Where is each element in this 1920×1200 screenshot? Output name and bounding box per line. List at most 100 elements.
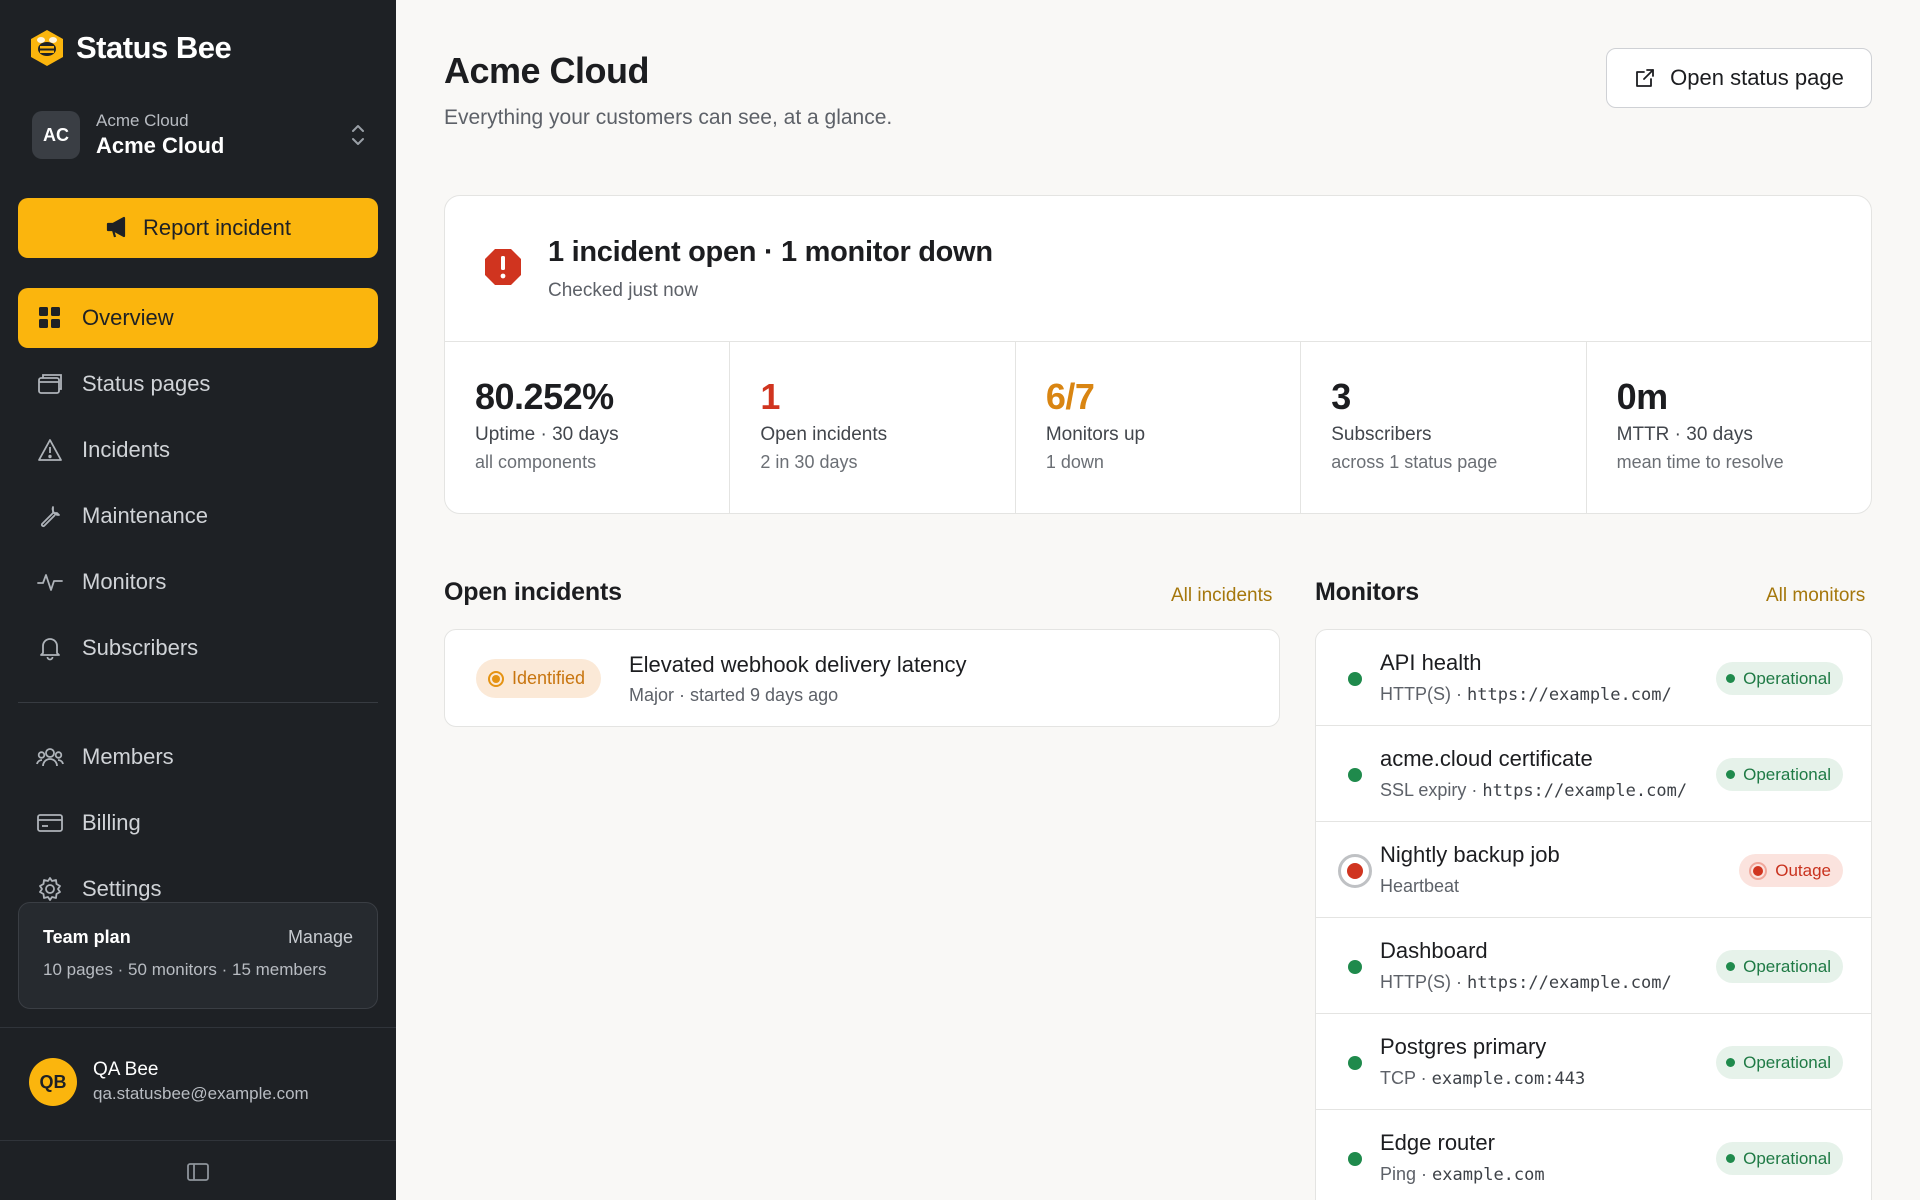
org-name: Acme Cloud	[96, 133, 225, 158]
monitor-type: HTTP(S) ·	[1380, 972, 1467, 992]
status-dot-icon	[1348, 768, 1362, 782]
avatar: QB	[29, 1058, 77, 1106]
nav-label: Members	[82, 744, 174, 769]
status-dot-icon	[1726, 1058, 1736, 1067]
nav-members[interactable]: Members	[18, 727, 378, 787]
nav-label: Incidents	[82, 437, 171, 462]
all-monitors-link[interactable]: All monitors	[1766, 585, 1865, 607]
org-avatar: AC	[32, 111, 80, 159]
nav-label: Status pages	[82, 371, 211, 396]
monitor-name: Postgres primary	[1380, 1034, 1547, 1059]
gear-icon	[36, 875, 64, 903]
nav-subscribers[interactable]: Subscribers	[18, 618, 378, 678]
summary-card: 1 incident open · 1 monitor down Checked…	[444, 195, 1872, 514]
status-badge-label: Operational	[1743, 1148, 1831, 1168]
bee-icon	[31, 30, 63, 66]
stat-monitors-up: 6/7 Monitors up 1 down	[1016, 342, 1302, 513]
pulse-icon	[36, 568, 64, 596]
status-badge: Operational	[1716, 1046, 1843, 1079]
status-dot-icon	[1348, 1056, 1362, 1070]
summary-title: 1 incident open · 1 monitor down	[548, 236, 993, 268]
org-label: Acme Cloud	[96, 111, 189, 130]
status-dot-icon	[1726, 962, 1736, 971]
nav-overview[interactable]: Overview	[18, 288, 378, 348]
stat-uptime: 80.252% Uptime · 30 days all components	[445, 342, 731, 513]
status-badge: Operational	[1716, 662, 1843, 695]
divider	[0, 1027, 396, 1028]
monitor-row[interactable]: Postgres primary TCP · example.com:443 O…	[1316, 1014, 1871, 1110]
status-dot-icon	[1726, 674, 1736, 683]
status-badge-label: Operational	[1743, 1052, 1831, 1072]
all-incidents-link[interactable]: All incidents	[1171, 585, 1272, 607]
user-menu[interactable]: QB QA Bee qa.statusbee@example.com	[29, 1058, 309, 1106]
nav-incidents[interactable]: Incidents	[18, 420, 378, 480]
monitor-target: https://example.com/	[1467, 685, 1672, 705]
monitor-target: https://example.com/	[1467, 973, 1672, 993]
nav-divider	[18, 702, 378, 703]
stat-mttr: 0m MTTR · 30 days mean time to resolve	[1587, 342, 1871, 513]
nav-label: Maintenance	[82, 503, 208, 528]
chevron-up-down-icon	[352, 125, 364, 145]
open-status-page-button[interactable]: Open status page	[1606, 48, 1872, 108]
nav-label: Monitors	[82, 569, 167, 594]
grid-icon	[36, 304, 64, 332]
brand[interactable]: Status Bee	[28, 26, 232, 70]
monitor-row[interactable]: Edge router Ping · example.com Operation…	[1316, 1110, 1871, 1200]
stat-sub: across 1 status page	[1331, 452, 1498, 472]
status-badge: Operational	[1716, 758, 1843, 791]
stat-open-incidents: 1 Open incidents 2 in 30 days	[730, 342, 1016, 513]
stat-value: 80.252%	[475, 376, 614, 417]
status-badge: Outage	[1739, 854, 1843, 887]
status-dot-icon	[1348, 1152, 1362, 1166]
incident-item[interactable]: Identified Elevated webhook delivery lat…	[444, 629, 1280, 727]
nav-label: Subscribers	[82, 635, 199, 660]
plan-name: Team plan	[43, 927, 131, 947]
status-badge: Identified	[476, 659, 602, 698]
monitor-meta: Heartbeat	[1380, 876, 1690, 897]
monitor-name: Nightly backup job	[1380, 842, 1560, 867]
open-incidents-title: Open incidents	[444, 578, 622, 606]
stat-value: 1	[760, 376, 780, 417]
megaphone-icon	[106, 216, 126, 238]
nav-status-pages[interactable]: Status pages	[18, 354, 378, 414]
monitor-row[interactable]: API health HTTP(S) · https://example.com…	[1316, 630, 1871, 726]
monitor-row[interactable]: Dashboard HTTP(S) · https://example.com/…	[1316, 918, 1871, 1014]
status-badge: Operational	[1716, 950, 1843, 983]
monitor-name: Dashboard	[1380, 938, 1488, 963]
open-status-page-label: Open status page	[1670, 65, 1844, 90]
monitor-target: example.com	[1432, 1165, 1545, 1185]
monitor-type: TCP ·	[1380, 1068, 1432, 1088]
nav-monitors[interactable]: Monitors	[18, 552, 378, 612]
brand-name: Status Bee	[76, 30, 232, 65]
status-dot-icon	[488, 670, 504, 687]
report-incident-button[interactable]: Report incident	[18, 198, 378, 258]
org-switcher[interactable]: AC Acme Cloud Acme Cloud	[32, 109, 368, 161]
nav-label: Billing	[82, 810, 141, 835]
monitor-meta: TCP · example.com:443	[1380, 1068, 1690, 1089]
monitor-meta: HTTP(S) · https://example.com/	[1380, 684, 1690, 705]
nav-maintenance[interactable]: Maintenance	[18, 486, 378, 546]
stat-value: 0m	[1616, 376, 1669, 417]
plan-manage-link[interactable]: Manage	[288, 927, 353, 948]
status-dot-icon	[1726, 770, 1736, 779]
status-dot-icon	[1348, 672, 1362, 686]
page-subtitle: Everything your customers can see, at a …	[444, 106, 893, 129]
plan-limits: 10 pages · 50 monitors · 15 members	[43, 960, 327, 979]
monitor-name: API health	[1380, 650, 1482, 675]
monitor-row[interactable]: acme.cloud certificate SSL expiry · http…	[1316, 726, 1871, 822]
stat-label: Uptime · 30 days	[475, 424, 619, 445]
report-incident-label: Report incident	[143, 215, 291, 240]
monitor-target: https://example.com/	[1482, 781, 1688, 801]
divider	[0, 1140, 396, 1141]
sidebar-toggle-icon[interactable]	[186, 1160, 210, 1184]
monitor-row[interactable]: Nightly backup job Heartbeat Outage	[1316, 822, 1871, 918]
stat-subscribers: 3 Subscribers across 1 status page	[1301, 342, 1587, 513]
plan-card: Team plan Manage 10 pages · 50 monitors …	[18, 902, 378, 1009]
nav-billing[interactable]: Billing	[18, 793, 378, 853]
monitor-name: Edge router	[1380, 1130, 1495, 1155]
pages-icon	[36, 370, 64, 398]
users-icon	[36, 743, 64, 771]
outage-dot-icon	[1338, 854, 1372, 888]
wrench-icon	[36, 502, 64, 530]
status-dot-icon	[1726, 1154, 1736, 1163]
